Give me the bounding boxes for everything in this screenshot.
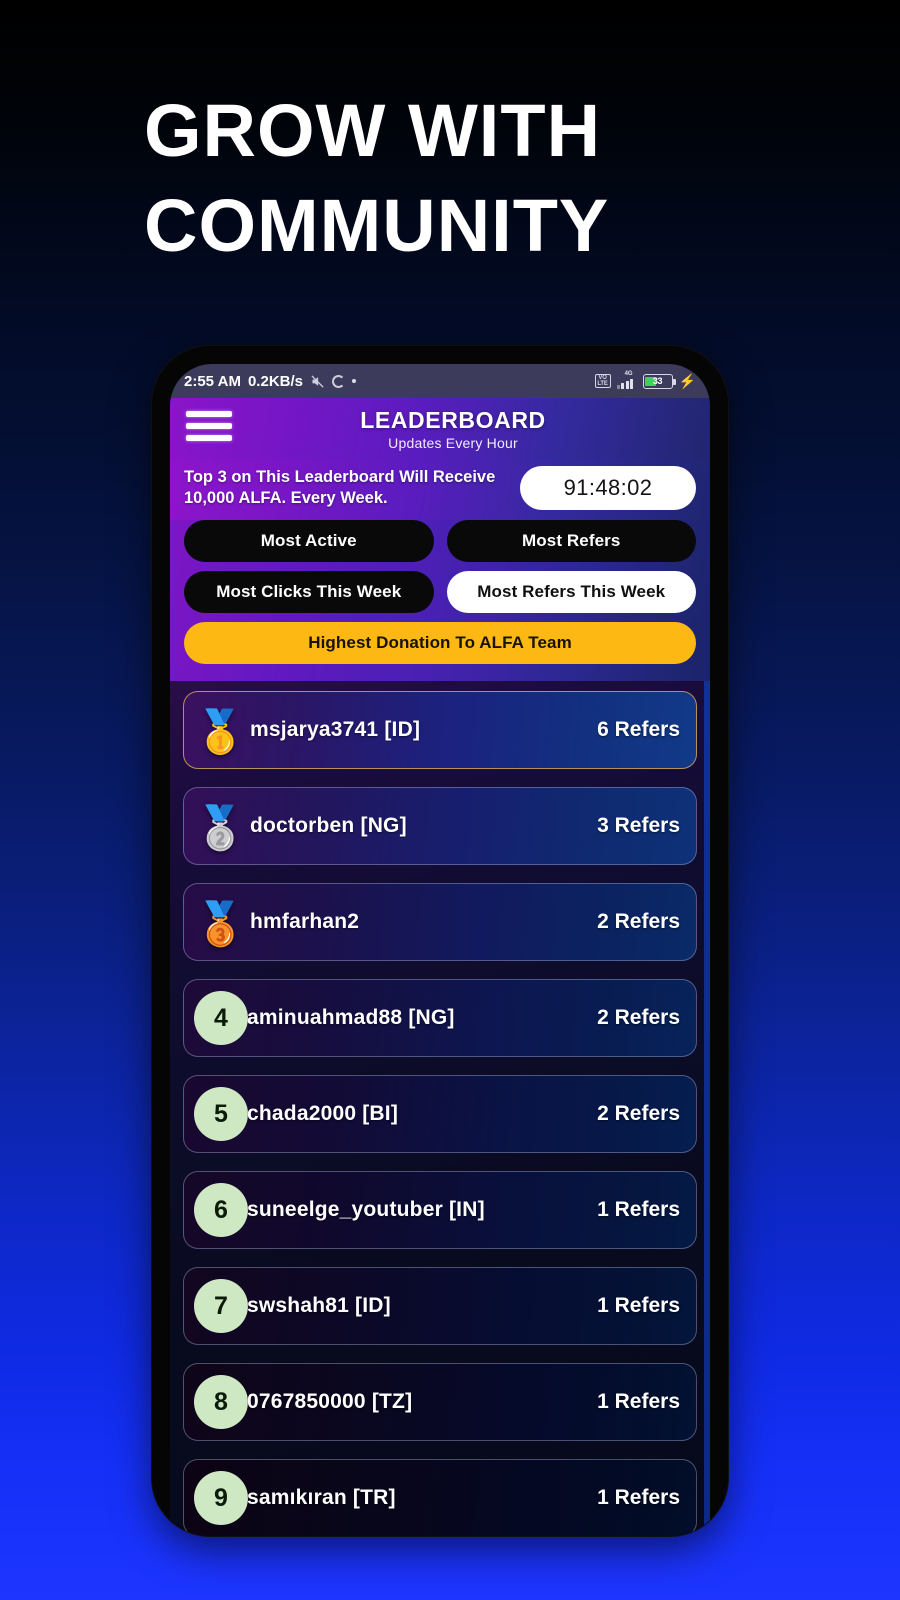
- phone-screen: 2:55 AM 0.2KB/s VO LTE 4G 33 ⚡ LEADERBOA…: [170, 364, 710, 1536]
- page-subtitle: Updates Every Hour: [388, 435, 518, 452]
- leaderboard-row[interactable]: 7 swshah81 [ID] 1 Refers: [183, 1267, 697, 1345]
- row-rank-badge: 9: [194, 1471, 248, 1525]
- status-bar: 2:55 AM 0.2KB/s VO LTE 4G 33 ⚡: [170, 364, 710, 398]
- tab-most-refers[interactable]: Most Refers: [446, 520, 696, 562]
- row-refers: 3 Refers: [597, 814, 680, 837]
- tab-most-active[interactable]: Most Active: [184, 520, 434, 562]
- app-bar-titles: LEADERBOARD Updates Every Hour: [212, 408, 694, 451]
- battery-percent: 33: [652, 376, 663, 386]
- loading-circle-icon: [332, 374, 345, 388]
- status-bar-right: VO LTE 4G 33 ⚡: [594, 370, 696, 389]
- status-network-speed: 0.2KB/s: [247, 372, 303, 390]
- countdown-timer: 91:48:02: [520, 466, 696, 510]
- row-rank-badge: 5: [194, 1087, 248, 1141]
- row-rank-badge: 7: [194, 1279, 248, 1333]
- row-refers: 1 Refers: [597, 1294, 680, 1317]
- leaderboard-row[interactable]: 🥉 hmfarhan2 2 Refers: [183, 883, 697, 961]
- silver-medal-icon: 🥈: [194, 804, 247, 851]
- leaderboard-row[interactable]: 5 chada2000 [BI] 2 Refers: [183, 1075, 697, 1153]
- app-bar: LEADERBOARD Updates Every Hour: [170, 398, 710, 460]
- row-refers: 2 Refers: [597, 1102, 680, 1125]
- volte-line-2: LTE: [597, 380, 608, 387]
- row-refers: 6 Refers: [597, 718, 680, 741]
- battery-icon: 33: [642, 373, 676, 389]
- row-username: doctorben [NG]: [250, 814, 407, 837]
- tab-most-clicks-this-week[interactable]: Most Clicks This Week: [184, 571, 434, 613]
- charging-bolt-icon: ⚡: [678, 373, 696, 389]
- leaderboard-row[interactable]: 🥇 msjarya3741 [ID] 6 Refers: [183, 691, 697, 769]
- filter-row-3: Highest Donation To ALFA Team: [184, 622, 696, 664]
- leaderboard-row[interactable]: 9 samıkıran [TR] 1 Refers: [183, 1459, 697, 1536]
- row-username: 0767850000 [TZ]: [247, 1390, 413, 1413]
- tab-most-refers-this-week[interactable]: Most Refers This Week: [446, 571, 696, 613]
- row-refers: 1 Refers: [597, 1390, 680, 1413]
- tab-highest-donation[interactable]: Highest Donation To ALFA Team: [184, 622, 696, 664]
- row-refers: 2 Refers: [597, 1006, 680, 1029]
- network-type-label: 4G: [624, 370, 633, 377]
- leaderboard-row[interactable]: 4 aminuahmad88 [NG] 2 Refers: [183, 979, 697, 1057]
- promo-banner: Top 3 on This Leaderboard Will Receive 1…: [170, 460, 710, 520]
- row-username: suneelge_youtuber [IN]: [247, 1198, 485, 1221]
- status-time: 2:55 AM: [184, 372, 241, 390]
- row-username: msjarya3741 [ID]: [250, 718, 421, 741]
- row-rank-badge: 8: [194, 1375, 248, 1429]
- dot-icon: [352, 379, 356, 383]
- page-headline: GROW WITH COMMUNITY: [144, 84, 844, 273]
- bronze-medal-icon: 🥉: [194, 900, 247, 947]
- leaderboard-row[interactable]: 8 0767850000 [TZ] 1 Refers: [183, 1363, 697, 1441]
- mute-icon: [311, 374, 324, 388]
- gold-medal-icon: 🥇: [194, 708, 247, 755]
- headline-line-1: GROW WITH: [144, 89, 602, 172]
- filter-tabs: Most Active Most Refers Most Clicks This…: [170, 520, 710, 681]
- signal-bars-icon: 4G: [616, 370, 637, 389]
- row-refers: 2 Refers: [597, 910, 680, 933]
- leaderboard-row[interactable]: 🥈 doctorben [NG] 3 Refers: [183, 787, 697, 865]
- row-username: samıkıran [TR]: [247, 1486, 396, 1509]
- row-username: chada2000 [BI]: [247, 1102, 399, 1125]
- volte-icon: VO LTE: [594, 374, 611, 388]
- row-refers: 1 Refers: [597, 1198, 680, 1221]
- leaderboard-list[interactable]: 🥇 msjarya3741 [ID] 6 Refers 🥈 doctorben …: [170, 681, 710, 1536]
- status-bar-left: 2:55 AM 0.2KB/s: [184, 373, 356, 390]
- row-username: hmfarhan2: [250, 910, 360, 933]
- phone-mockup: 2:55 AM 0.2KB/s VO LTE 4G 33 ⚡ LEADERBOA…: [152, 346, 728, 1536]
- leaderboard-row[interactable]: 6 suneelge_youtuber [IN] 1 Refers: [183, 1171, 697, 1249]
- row-username: swshah81 [ID]: [247, 1294, 391, 1317]
- promo-text: Top 3 on This Leaderboard Will Receive 1…: [184, 467, 496, 507]
- filter-row-2: Most Clicks This Week Most Refers This W…: [184, 571, 696, 613]
- row-rank-badge: 6: [194, 1183, 248, 1237]
- filter-row-1: Most Active Most Refers: [184, 520, 696, 562]
- row-username: aminuahmad88 [NG]: [247, 1006, 455, 1029]
- page-title: LEADERBOARD: [360, 407, 546, 433]
- row-rank-badge: 4: [194, 991, 248, 1045]
- headline-line-2: COMMUNITY: [144, 183, 610, 267]
- row-refers: 1 Refers: [597, 1486, 680, 1509]
